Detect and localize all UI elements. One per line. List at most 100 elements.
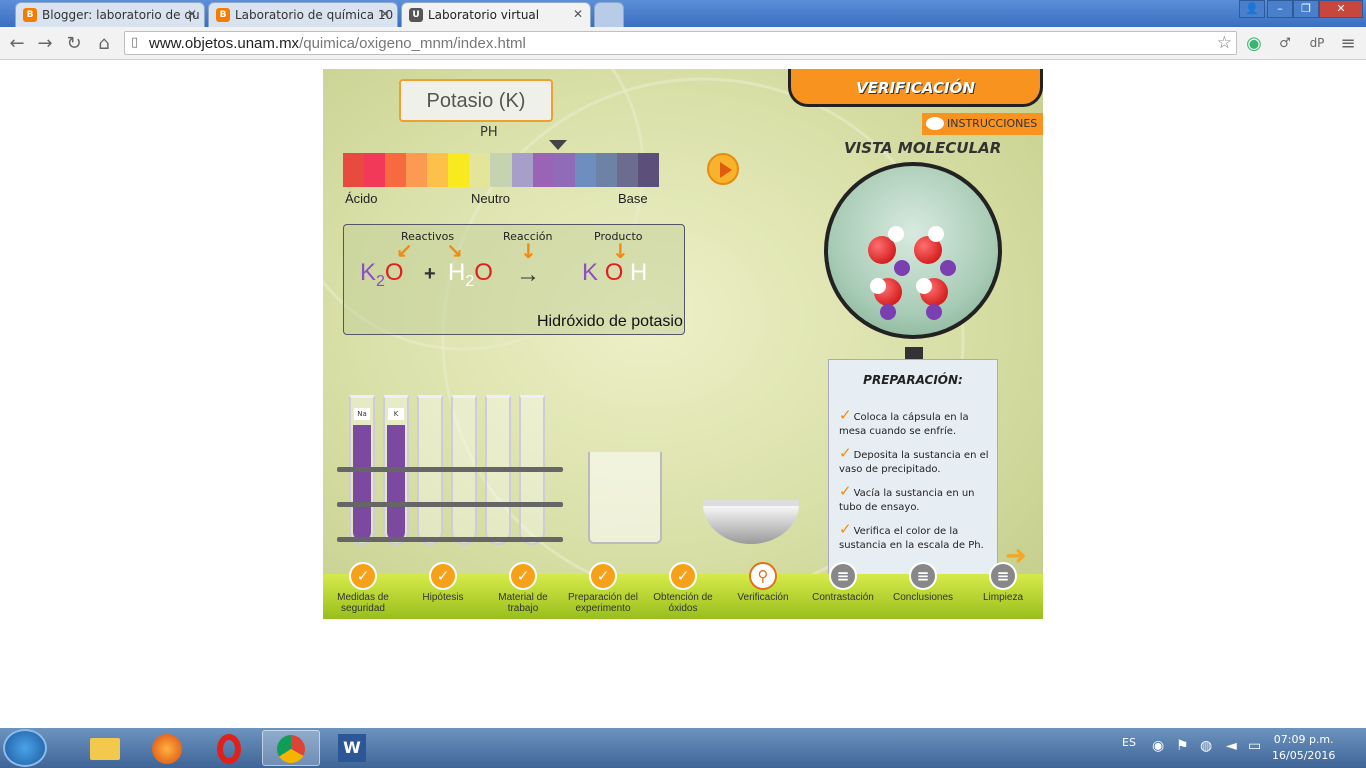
menu-icon[interactable]: ≡ — [1337, 33, 1359, 54]
chrome-icon[interactable] — [262, 730, 320, 766]
volume-icon[interactable]: ◄ — [1226, 738, 1237, 754]
display-icon[interactable]: ▭ — [1248, 738, 1261, 754]
flag-icon[interactable]: ⚑ — [1176, 738, 1189, 754]
word-icon[interactable]: W — [324, 730, 382, 766]
blogger-icon: B — [23, 8, 37, 22]
start-button[interactable] — [3, 729, 47, 767]
bookmark-star-icon[interactable]: ☆ — [1217, 33, 1232, 53]
back-arrow-icon[interactable]: ← — [6, 33, 28, 54]
step-text: Vacía la sustancia en un tubo de ensayo. — [839, 488, 975, 513]
extension-icon[interactable]: ◉ — [1243, 33, 1265, 54]
url-path: /quimica/oxigeno_mnm/index.html — [299, 35, 526, 52]
ph-label: PH — [480, 125, 498, 140]
language-indicator[interactable]: ES — [1122, 736, 1136, 749]
ph-segment — [616, 153, 638, 187]
hydrogen-atom — [916, 278, 932, 294]
check-icon: ✓ — [349, 562, 377, 590]
reaction-panel: Reactivos Reacción Producto ↙ ↘ ↓ ↓ K2O … — [343, 224, 685, 335]
opera-icon[interactable] — [200, 730, 258, 766]
extension-dp-icon[interactable]: dP — [1306, 36, 1328, 50]
restore-icon[interactable]: ❐ — [1293, 0, 1319, 18]
formula-koh: K O H — [582, 259, 648, 286]
rack-bar — [337, 537, 563, 542]
speech-bubble-icon — [926, 117, 944, 130]
tab-title: Blogger: laboratorio de qu — [42, 8, 200, 22]
forward-arrow-icon[interactable]: → — [34, 33, 56, 54]
blogger-icon: B — [216, 8, 230, 22]
nav-step[interactable]: ≡ Conclusiones — [883, 562, 963, 603]
page-icon: ▯ — [131, 35, 139, 50]
firefox-icon[interactable] — [138, 730, 196, 766]
ph-scale — [343, 153, 659, 187]
nav-step[interactable]: ⚲ Verificación — [723, 562, 803, 603]
extension-icon-2[interactable]: ♂ — [1274, 36, 1296, 51]
ph-segment — [553, 153, 575, 187]
nav-step-label: Contrastación — [812, 592, 874, 603]
tube-label: K — [388, 408, 404, 420]
nav-step[interactable]: ✓ Medidas de seguridad — [323, 562, 403, 614]
windows-taskbar: W ES ◉ ⚑ ◍ ◄ ▭ 07:09 p.m. 16/05/2016 — [0, 728, 1366, 768]
preparation-panel: PREPARACIÓN: ✓ Coloca la cápsula en la me… — [828, 359, 998, 584]
nav-step[interactable]: ≡ Contrastación — [803, 562, 883, 603]
close-window-icon[interactable]: ✕ — [1319, 0, 1363, 18]
clock[interactable]: 07:09 p.m. 16/05/2016 — [1272, 732, 1335, 764]
close-tab-icon[interactable]: ✕ — [380, 7, 390, 21]
tab-blogger-1[interactable]: B Blogger: laboratorio de qu ✕ — [15, 2, 205, 27]
nav-step[interactable]: ≡ Limpieza — [963, 562, 1043, 603]
nav-step[interactable]: ✓ Hipótesis — [403, 562, 483, 603]
instructions-button[interactable]: INSTRUCCIONES — [922, 113, 1043, 135]
ph-marker — [548, 140, 567, 150]
dropper-icon: ⚲ — [749, 562, 777, 590]
check-icon: ✓ — [839, 406, 852, 424]
ph-acid-label: Ácido — [345, 191, 378, 206]
tray-icon[interactable]: ◉ — [1152, 738, 1164, 754]
preparation-step: ✓ Vacía la sustancia en un tubo de ensayo… — [839, 484, 996, 515]
close-tab-icon[interactable]: ✕ — [187, 7, 197, 21]
home-icon[interactable]: ⌂ — [93, 33, 115, 54]
ph-segment — [364, 153, 386, 187]
close-tab-icon[interactable]: ✕ — [573, 7, 583, 21]
explorer-icon[interactable] — [76, 730, 134, 766]
unam-icon: U — [409, 8, 423, 22]
nav-step-label: Preparación del experimento — [567, 592, 639, 614]
nav-step-label: Material de trabajo — [498, 592, 548, 614]
new-tab-button[interactable] — [594, 2, 624, 27]
tab-blogger-2[interactable]: B Laboratorio de química 10 ✕ — [208, 2, 398, 27]
hydrogen-atom — [928, 226, 944, 242]
molecular-view — [824, 162, 1002, 339]
ph-segment — [490, 153, 512, 187]
network-icon[interactable]: ◍ — [1200, 738, 1212, 754]
ph-base-label: Base — [618, 191, 648, 206]
preparation-title: PREPARACIÓN: — [863, 373, 963, 387]
plus-sign: + — [424, 263, 436, 285]
nav-step-label: Hipótesis — [422, 592, 464, 603]
browser-tab-strip: B Blogger: laboratorio de qu ✕ B Laborat… — [0, 0, 1366, 27]
url-text: www.objetos.unam.mx/quimica/oxigeno_mnm/… — [149, 35, 526, 52]
rack-bar — [337, 502, 563, 507]
preparation-step: ✓ Verifica el color de la sustancia en la… — [839, 522, 996, 553]
tube-label: Na — [354, 408, 370, 420]
beaker[interactable] — [588, 452, 662, 544]
step-text: Coloca la cápsula en la mesa cuando se e… — [839, 412, 969, 437]
url-host: www.objetos.unam.mx — [149, 35, 300, 52]
ph-segment — [469, 153, 491, 187]
reload-icon[interactable]: ↻ — [63, 33, 85, 54]
ph-segment — [385, 153, 407, 187]
nav-step[interactable]: ✓ Obtención de óxidos — [643, 562, 723, 614]
user-icon[interactable]: 👤 — [1239, 0, 1265, 18]
product-name: Hidróxido de potasio — [537, 313, 683, 330]
clock-time: 07:09 p.m. — [1273, 733, 1334, 746]
ph-segment — [406, 153, 428, 187]
minimize-icon[interactable]: – — [1267, 0, 1293, 18]
browser-toolbar: ← → ↻ ⌂ ▯ www.objetos.unam.mx/quimica/ox… — [0, 27, 1366, 60]
step-text: Verifica el color de la sustancia en la … — [839, 526, 984, 551]
address-bar[interactable]: ▯ www.objetos.unam.mx/quimica/oxigeno_mn… — [124, 31, 1237, 55]
play-button[interactable] — [707, 153, 739, 185]
ph-neutral-label: Neutro — [471, 191, 511, 206]
nav-step[interactable]: ✓ Preparación del experimento — [563, 562, 643, 614]
nav-step[interactable]: ✓ Material de trabajo — [483, 562, 563, 614]
rack-bar — [337, 467, 563, 472]
ph-segment — [637, 153, 659, 187]
tab-laboratorio-virtual[interactable]: U Laboratorio virtual ✕ — [401, 2, 591, 27]
check-icon: ✓ — [839, 482, 852, 500]
